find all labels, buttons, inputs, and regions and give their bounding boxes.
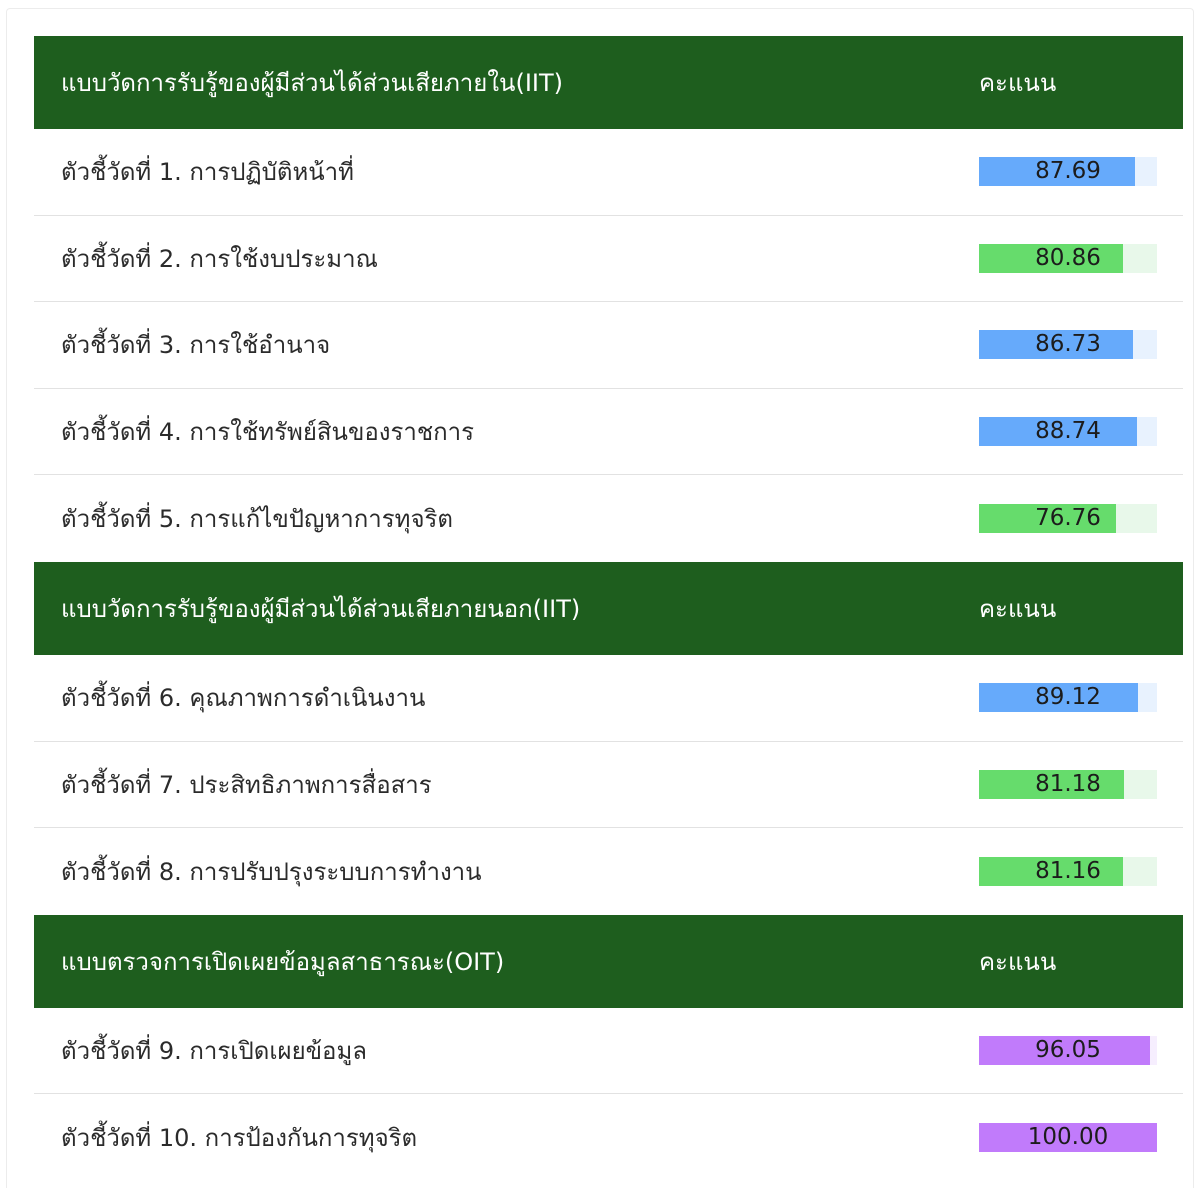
score-value: 81.18 — [1035, 770, 1101, 797]
section-header-internal: แบบวัดการรับรู้ของผู้มีส่วนได้ส่วนเสียภา… — [34, 36, 1183, 129]
indicator-row-10: ตัวชี้วัดที่ 10. การป้องกันการทุจริต 100… — [34, 1094, 1183, 1181]
section-title: แบบตรวจการเปิดเผยข้อมูลสาธารณะ(OIT) — [61, 947, 505, 976]
score-value: 86.73 — [1035, 331, 1101, 358]
indicator-label: ตัวชี้วัดที่ 3. การใช้อำนาจ — [61, 331, 331, 360]
score-value: 76.76 — [1035, 505, 1101, 532]
indicator-row-5: ตัวชี้วัดที่ 5. การแก้ไขปัญหาการทุจริต 7… — [34, 475, 1183, 562]
indicator-label: ตัวชี้วัดที่ 2. การใช้งบประมาณ — [61, 244, 378, 273]
score-value: 81.16 — [1035, 857, 1101, 884]
score-bar: 100.00 — [979, 1123, 1157, 1153]
indicator-row-8: ตัวชี้วัดที่ 8. การปรับปรุงระบบการทำงาน … — [34, 828, 1183, 915]
indicator-row-1: ตัวชี้วัดที่ 1. การปฏิบัติหน้าที่ 87.69 — [34, 129, 1183, 216]
indicator-row-4: ตัวชี้วัดที่ 4. การใช้ทรัพย์สินของราชการ… — [34, 389, 1183, 476]
score-cell: 100.00 — [979, 1123, 1183, 1153]
score-value: 96.05 — [1035, 1037, 1101, 1064]
score-cell: 87.69 — [979, 157, 1183, 187]
score-value: 87.69 — [1035, 158, 1101, 185]
score-cell: 86.73 — [979, 330, 1183, 360]
indicator-row-3: ตัวชี้วัดที่ 3. การใช้อำนาจ 86.73 — [34, 302, 1183, 389]
score-bar: 96.05 — [979, 1036, 1157, 1066]
indicator-row-2: ตัวชี้วัดที่ 2. การใช้งบประมาณ 80.86 — [34, 216, 1183, 303]
indicator-label: ตัวชี้วัดที่ 6. คุณภาพการดำเนินงาน — [61, 684, 426, 713]
score-column-header: คะแนน — [979, 594, 1057, 623]
score-bar: 80.86 — [979, 243, 1157, 273]
indicator-label: ตัวชี้วัดที่ 1. การปฏิบัติหน้าที่ — [61, 158, 354, 187]
indicator-row-7: ตัวชี้วัดที่ 7. ประสิทธิภาพการสื่อสาร 81… — [34, 742, 1183, 829]
section-title: แบบวัดการรับรู้ของผู้มีส่วนได้ส่วนเสียภา… — [61, 594, 581, 623]
score-bar: 87.69 — [979, 157, 1157, 187]
score-value: 88.74 — [1035, 418, 1101, 445]
score-bar: 89.12 — [979, 683, 1157, 713]
indicator-label: ตัวชี้วัดที่ 7. ประสิทธิภาพการสื่อสาร — [61, 770, 432, 799]
indicator-label: ตัวชี้วัดที่ 10. การป้องกันการทุจริต — [61, 1124, 418, 1153]
score-cell: 89.12 — [979, 683, 1183, 713]
score-bar: 81.18 — [979, 769, 1157, 799]
score-cell: 80.86 — [979, 243, 1183, 273]
score-bar: 81.16 — [979, 856, 1157, 886]
section-title: แบบวัดการรับรู้ของผู้มีส่วนได้ส่วนเสียภา… — [61, 69, 563, 97]
indicator-label: ตัวชี้วัดที่ 4. การใช้ทรัพย์สินของราชการ — [61, 418, 475, 447]
score-value: 89.12 — [1035, 684, 1101, 711]
score-value: 100.00 — [1027, 1124, 1109, 1151]
indicator-label: ตัวชี้วัดที่ 9. การเปิดเผยข้อมูล — [61, 1037, 367, 1066]
indicator-label: ตัวชี้วัดที่ 5. การแก้ไขปัญหาการทุจริต — [61, 505, 454, 534]
score-cell: 76.76 — [979, 504, 1183, 534]
score-value: 80.86 — [1035, 244, 1101, 271]
section-header-oit: แบบตรวจการเปิดเผยข้อมูลสาธารณะ(OIT) คะแน… — [34, 914, 1183, 1008]
score-bar: 88.74 — [979, 417, 1157, 447]
indicator-row-6: ตัวชี้วัดที่ 6. คุณภาพการดำเนินงาน 89.12 — [34, 655, 1183, 742]
score-column-header: คะแนน — [979, 947, 1057, 976]
score-bar: 76.76 — [979, 504, 1157, 534]
indicator-row-9: ตัวชี้วัดที่ 9. การเปิดเผยข้อมูล 96.05 — [34, 1008, 1183, 1095]
score-table: แบบวัดการรับรู้ของผู้มีส่วนได้ส่วนเสียภา… — [34, 36, 1183, 1181]
score-bar: 86.73 — [979, 330, 1157, 360]
score-column-header: คะแนน — [979, 69, 1057, 97]
score-cell: 81.18 — [979, 769, 1183, 799]
score-cell: 81.16 — [979, 856, 1183, 886]
score-cell: 88.74 — [979, 417, 1183, 447]
indicator-label: ตัวชี้วัดที่ 8. การปรับปรุงระบบการทำงาน — [61, 857, 482, 886]
score-cell: 96.05 — [979, 1036, 1183, 1066]
section-header-external: แบบวัดการรับรู้ของผู้มีส่วนได้ส่วนเสียภา… — [34, 561, 1183, 655]
